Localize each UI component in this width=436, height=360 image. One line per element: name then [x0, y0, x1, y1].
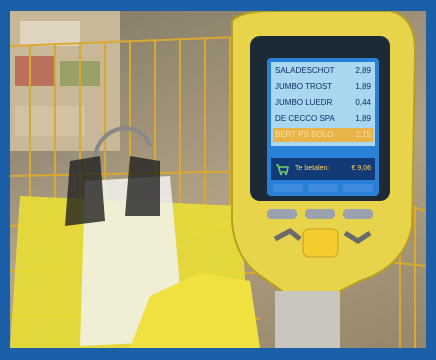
shelf-product [15, 106, 85, 136]
item-price: 2,89 [355, 66, 371, 75]
photo: SALADESCHOT 2,89 JUMBO TROST 1,89 JUMBO … [10, 11, 426, 348]
list-item: JUMBO LUEDR 0,44 [273, 96, 373, 110]
scanner-key-center [302, 228, 339, 258]
total-label: Te betalen: [295, 165, 330, 172]
scanner-key-middle [305, 209, 335, 219]
scanner-screen: SALADESCHOT 2,89 JUMBO TROST 1,89 JUMBO … [267, 58, 379, 196]
list-item: SALADESCHOT 2,89 [273, 64, 373, 78]
item-name: DE CECCO SPA [275, 114, 335, 123]
softkey-bar [271, 182, 375, 194]
scanner-handle [275, 291, 340, 348]
item-name: JUMBO TROST [275, 82, 333, 91]
dark-bag-handle [125, 156, 160, 216]
list-item: DE CECCO SPA 1,89 [273, 112, 373, 126]
item-price: 0,44 [355, 98, 371, 107]
image-frame: SALADESCHOT 2,89 JUMBO TROST 1,89 JUMBO … [0, 0, 436, 360]
list-item: JUMBO TROST 1,89 [273, 80, 373, 94]
item-price: 1,89 [355, 82, 371, 91]
shelf-product [15, 56, 55, 86]
item-name: JUMBO LUEDR [275, 98, 333, 107]
dark-bag-handle [65, 156, 105, 226]
item-name: SALADESCHOT [275, 66, 335, 75]
scanner-key-right [343, 209, 373, 219]
item-name: BERT PS BOLO [275, 130, 334, 139]
item-price: 1,89 [355, 114, 371, 123]
softkey-right [343, 184, 373, 192]
total-amount: € 9,06 [351, 165, 371, 172]
item-price: 2,15 [355, 130, 371, 139]
item-list: SALADESCHOT 2,89 JUMBO TROST 1,89 JUMBO … [271, 62, 375, 146]
scanner-key-left [267, 209, 297, 219]
shelf-product [20, 21, 80, 46]
total-bar: Te betalen: € 9,06 [271, 158, 375, 180]
list-item-selected: BERT PS BOLO 2,15 [273, 128, 373, 142]
softkey-middle [308, 184, 338, 192]
softkey-left [273, 184, 303, 192]
cart-icon [276, 164, 289, 176]
